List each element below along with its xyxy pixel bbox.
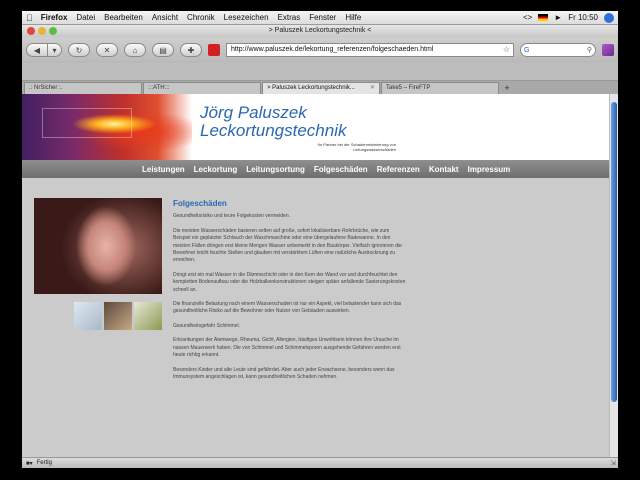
bookmark-star-icon[interactable]: ☆ <box>503 44 513 56</box>
menu-hilfe[interactable]: Hilfe <box>345 13 361 22</box>
close-window-icon[interactable] <box>27 27 35 35</box>
scrollbar-thumb[interactable] <box>611 102 617 402</box>
window-title: > Paluszek Leckortungstechnik < <box>268 27 372 34</box>
site-favicon-icon <box>208 44 220 56</box>
logo-line-1: Jörg Paluszek <box>200 103 307 122</box>
tab-label: :::ATH::: <box>148 85 170 91</box>
title-bar: > Paluszek Leckortungstechnik < <box>22 25 618 37</box>
page-viewport: Jörg Paluszek Leckortungstechnik Ihr Par… <box>22 94 618 457</box>
site-header: Jörg Paluszek Leckortungstechnik Ihr Par… <box>22 94 609 160</box>
site-logo[interactable]: Jörg Paluszek Leckortungstechnik <box>200 104 346 140</box>
stop-button[interactable]: ✕ <box>96 43 118 57</box>
nav-leitungsortung[interactable]: Leitungsortung <box>246 165 305 174</box>
article-paragraph: Die meisten Wasserschäden basieren selte… <box>173 227 402 264</box>
site-tagline: Ihr Partner bei der Schadenminimierung v… <box>317 142 397 152</box>
thumbnail-3[interactable] <box>134 302 162 330</box>
menu-fenster[interactable]: Fenster <box>309 13 336 22</box>
zoom-window-icon[interactable] <box>49 27 57 35</box>
search-engine-icon[interactable]: G <box>524 47 529 54</box>
german-flag-icon[interactable] <box>538 14 549 21</box>
article-heading: Folgeschäden <box>173 199 227 208</box>
article-paragraph: Gesundheitsrisiko und teure Folgekosten … <box>173 213 291 220</box>
tab-ath[interactable]: :::ATH::: <box>143 82 261 94</box>
status-text: Fertig <box>36 460 52 466</box>
spotlight-icon[interactable] <box>604 12 614 23</box>
keyboard-arrows-icon[interactable]: <> <box>523 13 532 22</box>
menubar-clock[interactable]: Fr 10:50 <box>568 13 598 22</box>
bookmarks-toolbar <box>22 63 618 81</box>
menu-ansicht[interactable]: Ansicht <box>152 13 178 22</box>
nav-leistungen[interactable]: Leistungen <box>142 165 185 174</box>
url-text: http://www.paluszek.de/lekortung_referen… <box>231 46 434 53</box>
website: Jörg Paluszek Leckortungstechnik Ihr Par… <box>22 94 609 457</box>
close-tab-icon[interactable]: ✕ <box>370 83 375 94</box>
tab-nrsicher[interactable]: .: NrSicher :. <box>24 82 142 94</box>
article-paragraph: Gesundheitsgefahr Schimmel. <box>173 322 240 329</box>
thermal-image <box>22 94 192 160</box>
article-paragraph: Erkrankungen der Atemwege, Rheuma, Gicht… <box>173 337 401 359</box>
resize-grip-icon[interactable]: ⇲ <box>610 459 616 467</box>
thumbnail-strip <box>74 302 162 330</box>
page-content: Folgeschäden Gesundheitsrisiko und teure… <box>22 178 609 457</box>
bookmark-add-button[interactable]: ✚ <box>180 43 202 57</box>
new-tab-button[interactable]: + <box>500 82 514 94</box>
tab-fireftp[interactable]: Take5 – FireFTP <box>381 82 499 94</box>
menu-extras[interactable]: Extras <box>278 13 301 22</box>
home-button[interactable]: ⌂ <box>124 43 146 57</box>
nav-referenzen[interactable]: Referenzen <box>377 165 420 174</box>
logo-line-2: Leckortungstechnik <box>200 121 347 140</box>
tab-label: .: NrSicher :. <box>29 85 63 91</box>
menu-firefox[interactable]: Firefox <box>41 13 68 22</box>
status-addon-icon[interactable]: ■▾ <box>26 460 33 467</box>
vertical-scrollbar[interactable] <box>609 94 618 457</box>
nav-folgeschaeden[interactable]: Folgeschäden <box>314 165 368 174</box>
url-input[interactable]: http://www.paluszek.de/lekortung_referen… <box>226 43 514 57</box>
nav-impressum[interactable]: Impressum <box>468 165 511 174</box>
nav-leckortung[interactable]: Leckortung <box>194 165 238 174</box>
headache-photo <box>34 198 162 294</box>
navigation-toolbar: ◀ ▾ ↻ ✕ ⌂ ▤ ✚ http://www.paluszek.de/lek… <box>22 37 618 63</box>
article: Folgeschäden Gesundheitsrisiko und teure… <box>173 199 408 388</box>
status-bar: ■▾ Fertig ⇲ <box>22 457 618 468</box>
apple-icon[interactable]:  <box>26 13 33 23</box>
tab-strip: .: NrSicher :. :::ATH::: > Paluszek Leck… <box>22 81 618 94</box>
back-button[interactable]: ◀ <box>26 43 48 57</box>
history-dropdown-button[interactable]: ▾ <box>48 43 62 57</box>
tab-paluszek[interactable]: > Paluszek Leckortungstechnik... ✕ <box>262 82 380 94</box>
menu-chronik[interactable]: Chronik <box>187 13 215 22</box>
search-input[interactable]: G ⚲ <box>520 43 596 57</box>
reload-button[interactable]: ↻ <box>68 43 90 57</box>
menu-datei[interactable]: Datei <box>76 13 95 22</box>
tab-label: Take5 – FireFTP <box>386 85 431 91</box>
addon-icon[interactable] <box>602 44 614 56</box>
article-paragraph: Besonders Kinder und alte Leute sind gef… <box>173 366 395 380</box>
screen-button[interactable]: ▤ <box>152 43 174 57</box>
site-nav: Leistungen Leckortung Leitungsortung Fol… <box>22 160 609 178</box>
mac-menubar:  Firefox Datei Bearbeiten Ansicht Chron… <box>22 11 618 25</box>
menu-bearbeiten[interactable]: Bearbeiten <box>104 13 143 22</box>
article-paragraph: Die finanzielle Belastung nach einem Was… <box>173 301 402 315</box>
search-icon[interactable]: ⚲ <box>587 46 592 54</box>
thumbnail-2[interactable] <box>104 302 132 330</box>
tab-label: > Paluszek Leckortungstechnik... <box>267 85 355 91</box>
menu-lesezeichen[interactable]: Lesezeichen <box>224 13 269 22</box>
thumbnail-1[interactable] <box>74 302 102 330</box>
article-paragraph: Dringt erst ein mal Wasser in die Dämmsc… <box>173 271 406 293</box>
volume-icon[interactable]: ► <box>554 13 562 22</box>
minimize-window-icon[interactable] <box>38 27 46 35</box>
browser-window: > Paluszek Leckortungstechnik < ◀ ▾ ↻ ✕ … <box>22 25 618 468</box>
nav-kontakt[interactable]: Kontakt <box>429 165 459 174</box>
